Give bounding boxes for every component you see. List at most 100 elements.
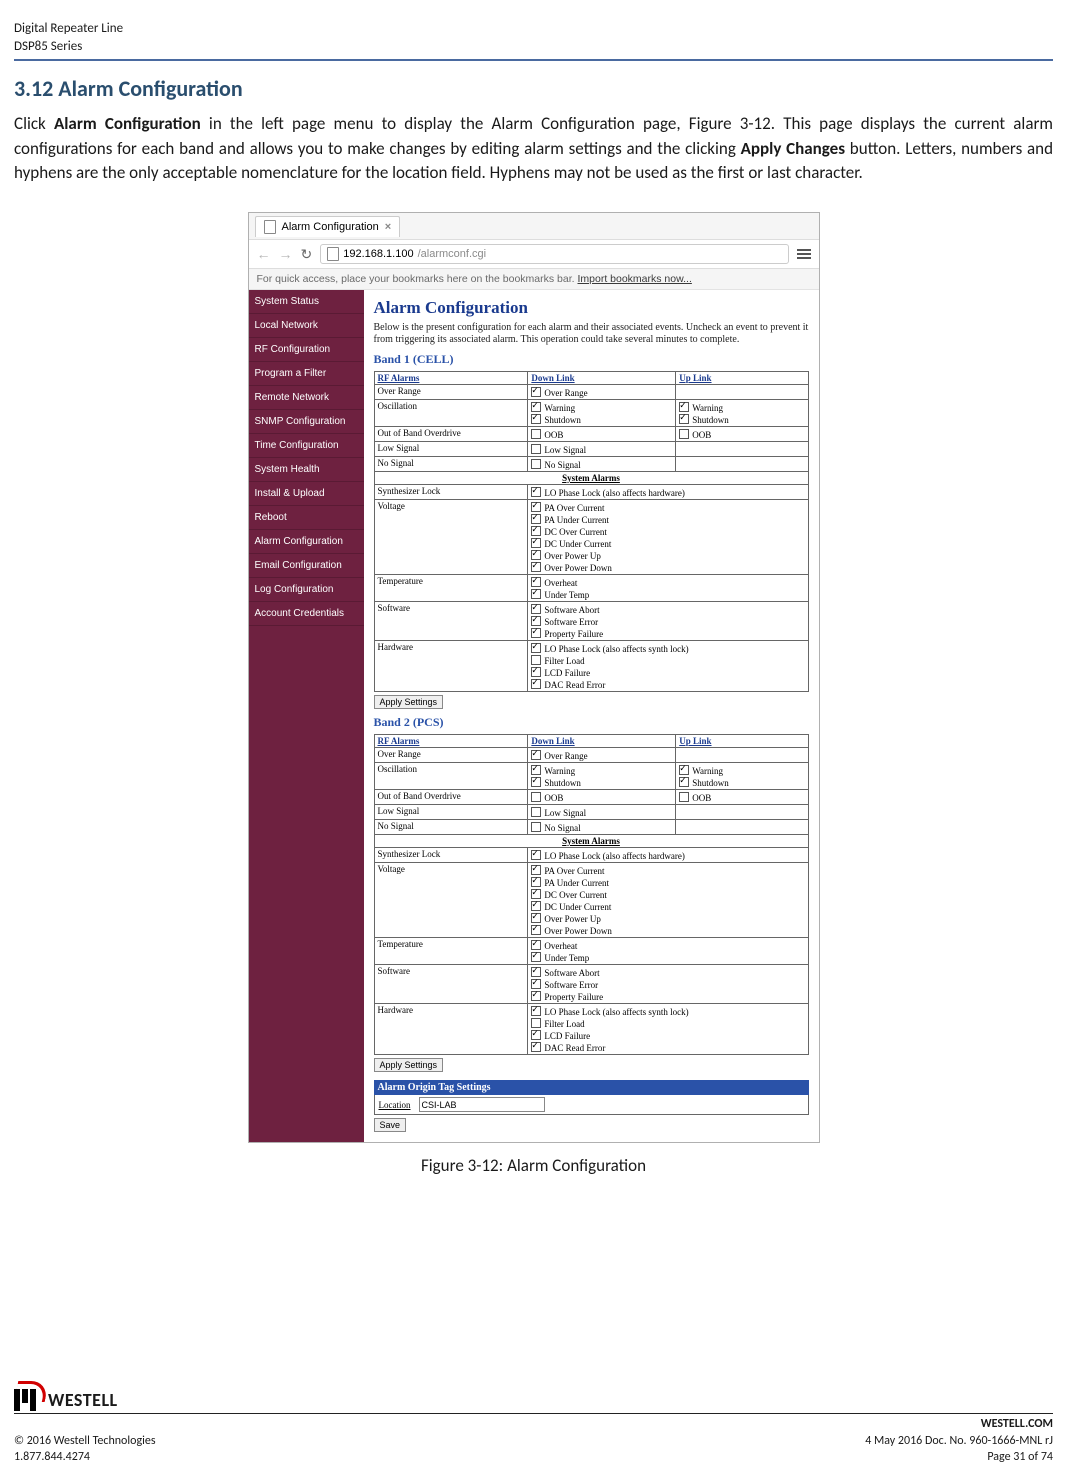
checkbox[interactable] [531,889,541,899]
checkbox[interactable] [531,402,541,412]
sys-cell: OverheatUnder Temp [528,575,808,602]
checkbox[interactable] [531,952,541,962]
checkbox[interactable] [531,901,541,911]
dl-cell: No Signal [528,820,676,835]
checkbox[interactable] [531,765,541,775]
dl-cell: Low Signal [528,442,676,457]
checkbox[interactable] [531,577,541,587]
checkbox[interactable] [531,616,541,626]
checkbox[interactable] [531,655,541,665]
sidebar-item[interactable]: Reboot [249,506,364,530]
sidebar-item[interactable]: Email Configuration [249,554,364,578]
sidebar-item[interactable]: Install & Upload [249,482,364,506]
sidebar-item[interactable]: Remote Network [249,386,364,410]
checkbox[interactable] [531,822,541,832]
checkbox[interactable] [531,679,541,689]
footer-copyright: © 2016 Westell Technologies [14,1433,156,1449]
checkbox[interactable] [679,765,689,775]
checkbox[interactable] [531,538,541,548]
row-name: Voltage [374,863,528,938]
reload-icon[interactable]: ↻ [301,247,313,261]
checkbox[interactable] [531,459,541,469]
checkbox[interactable] [531,1042,541,1052]
ul-cell [676,442,808,457]
checkbox[interactable] [679,792,689,802]
checkbox[interactable] [531,487,541,497]
checkbox[interactable] [531,514,541,524]
menu-icon[interactable] [797,249,811,259]
checkbox[interactable] [531,925,541,935]
checkbox[interactable] [531,865,541,875]
dl-cell: WarningShutdown [528,763,676,790]
checkbox[interactable] [679,429,689,439]
sidebar-item[interactable]: System Status [249,290,364,314]
checkbox[interactable] [531,643,541,653]
checkbox[interactable] [531,550,541,560]
page-icon [264,220,276,234]
checkbox[interactable] [531,562,541,572]
checkbox[interactable] [679,414,689,424]
checkbox[interactable] [679,777,689,787]
browser-tab-bar: Alarm Configuration × [249,213,819,240]
checkbox[interactable] [531,792,541,802]
row-name: No Signal [374,457,528,472]
checkbox[interactable] [531,1018,541,1028]
checkbox[interactable] [531,444,541,454]
close-icon[interactable]: × [385,221,391,233]
url-input[interactable]: 192.168.1.100/alarmconf.cgi [320,244,788,264]
ul-cell: WarningShutdown [676,400,808,427]
row-name: Over Range [374,748,528,763]
import-bookmarks-link[interactable]: Import bookmarks now... [577,273,691,285]
checkbox[interactable] [679,402,689,412]
checkbox[interactable] [531,628,541,638]
checkbox[interactable] [531,1030,541,1040]
ul-cell: OOB [676,790,808,805]
checkbox[interactable] [531,667,541,677]
sidebar-item[interactable]: Log Configuration [249,578,364,602]
checkbox[interactable] [531,913,541,923]
checkbox[interactable] [531,526,541,536]
para-bold-1: Alarm Configuration [54,113,201,134]
alarm-config-screenshot: Alarm Configuration × ← → ↻ 192.168.1.10… [248,212,820,1143]
sidebar-item[interactable]: SNMP Configuration [249,410,364,434]
address-bar: ← → ↻ 192.168.1.100/alarmconf.cgi [249,240,819,269]
sidebar-item[interactable]: Program a Filter [249,362,364,386]
checkbox[interactable] [531,589,541,599]
checkbox[interactable] [531,604,541,614]
sys-cell: OverheatUnder Temp [528,938,808,965]
footer-docline: 4 May 2016 Doc. No. 960-1666-MNL rJ [865,1433,1053,1449]
sys-cell: PA Over CurrentPA Under CurrentDC Over C… [528,500,808,575]
checkbox[interactable] [531,1006,541,1016]
ul-cell [676,820,808,835]
checkbox[interactable] [531,967,541,977]
back-icon[interactable]: ← [257,247,271,261]
checkbox[interactable] [531,807,541,817]
checkbox[interactable] [531,414,541,424]
sidebar-item[interactable]: Local Network [249,314,364,338]
checkbox[interactable] [531,387,541,397]
checkbox[interactable] [531,502,541,512]
sidebar-item[interactable]: Account Credentials [249,602,364,626]
apply-settings-button[interactable]: Apply Settings [374,1058,444,1072]
checkbox[interactable] [531,777,541,787]
browser-tab[interactable]: Alarm Configuration × [255,216,401,237]
save-button[interactable]: Save [374,1118,407,1132]
forward-icon[interactable]: → [279,247,293,261]
sys-cell: LO Phase Lock (also affects hardware) [528,485,808,500]
checkbox[interactable] [531,991,541,1001]
apply-settings-button[interactable]: Apply Settings [374,695,444,709]
sidebar-item[interactable]: Time Configuration [249,434,364,458]
dl-cell: OOB [528,790,676,805]
checkbox[interactable] [531,877,541,887]
location-input[interactable] [419,1097,545,1112]
checkbox[interactable] [531,850,541,860]
checkbox[interactable] [531,940,541,950]
row-name: Voltage [374,500,528,575]
sidebar-item[interactable]: System Health [249,458,364,482]
para-bold-2: Apply Changes [741,138,845,159]
checkbox[interactable] [531,429,541,439]
sidebar-item[interactable]: RF Configuration [249,338,364,362]
checkbox[interactable] [531,979,541,989]
sidebar-item[interactable]: Alarm Configuration [249,530,364,554]
checkbox[interactable] [531,750,541,760]
